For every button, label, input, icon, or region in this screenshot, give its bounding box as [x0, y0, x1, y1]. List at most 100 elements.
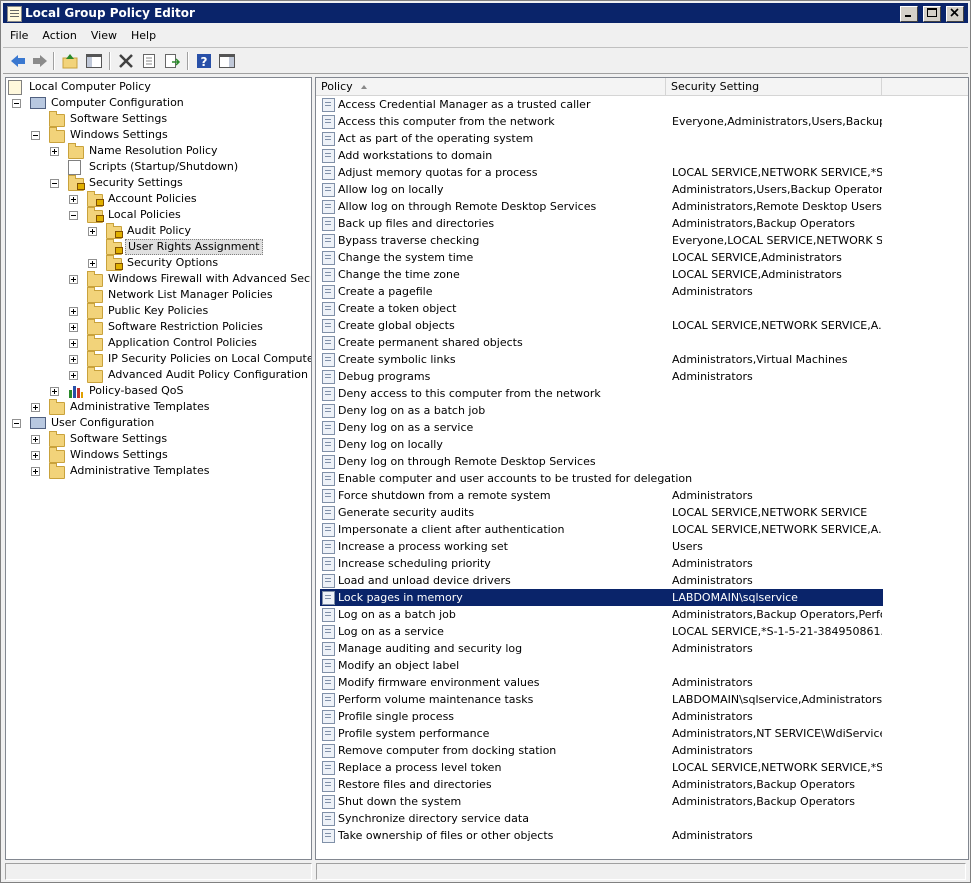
title-bar[interactable]: Local Group Policy Editor — [3, 3, 968, 23]
policy-row[interactable]: Adjust memory quotas for a process LOCAL … — [320, 164, 883, 181]
policy-row[interactable]: Modify an object label — [320, 657, 883, 674]
expand-icon[interactable] — [69, 307, 78, 316]
security-setting-value: Administrators — [672, 285, 753, 298]
policy-row[interactable]: Replace a process level token LOCAL SERVI… — [320, 759, 883, 776]
delete-icon[interactable] — [117, 52, 135, 70]
policy-row[interactable]: Increase scheduling priority Administrato… — [320, 555, 883, 572]
properties-icon[interactable] — [140, 52, 158, 70]
help-icon[interactable]: ? — [195, 52, 213, 70]
policy-row[interactable]: Create a pagefile Administrators — [320, 283, 883, 300]
policy-row[interactable]: Log on as a service LOCAL SERVICE,*S-1-5-… — [320, 623, 883, 640]
expand-icon[interactable] — [88, 259, 97, 268]
policy-row[interactable]: Act as part of the operating system — [320, 130, 883, 147]
expand-icon[interactable] — [69, 355, 78, 364]
policy-row[interactable]: Back up files and directories Administrat… — [320, 215, 883, 232]
policy-row[interactable]: Bypass traverse checking Everyone,LOCAL S… — [320, 232, 883, 249]
policy-row[interactable]: Impersonate a client after authenticatio… — [320, 521, 883, 538]
policy-row[interactable]: Access Credential Manager as a trusted c… — [320, 96, 883, 113]
policy-setting-icon — [322, 200, 335, 214]
collapse-icon[interactable] — [69, 211, 78, 220]
policy-row[interactable]: Allow log on locally Administrators,Users… — [320, 181, 883, 198]
expand-icon[interactable] — [31, 403, 40, 412]
minimize-button[interactable] — [899, 6, 918, 22]
policy-row[interactable]: Manage auditing and security log Administ… — [320, 640, 883, 657]
policy-row[interactable]: Create permanent shared objects — [320, 334, 883, 351]
policy-row[interactable]: Deny log on as a service — [320, 419, 883, 436]
tree-node-label: Windows Firewall with Advanced Security — [108, 272, 311, 285]
policy-row[interactable]: Lock pages in memory LABDOMAIN\sqlservice — [320, 589, 883, 606]
policy-setting-icon — [322, 98, 335, 112]
policy-row[interactable]: Change the system time LOCAL SERVICE,Admi… — [320, 249, 883, 266]
show-hide-action-pane-icon[interactable] — [218, 52, 236, 70]
expand-icon[interactable] — [50, 387, 59, 396]
policy-row[interactable]: Access this computer from the network Eve… — [320, 113, 883, 130]
collapse-icon[interactable] — [12, 99, 21, 108]
tree-node-label: Software Settings — [70, 432, 168, 445]
tree-node-label: Public Key Policies — [108, 304, 209, 317]
policy-row[interactable]: Perform volume maintenance tasks LABDOMAI… — [320, 691, 883, 708]
policy-row[interactable]: Log on as a batch job Administrators,Back… — [320, 606, 883, 623]
collapse-icon[interactable] — [50, 179, 59, 188]
expand-icon[interactable] — [31, 435, 40, 444]
menu-action[interactable]: Action — [35, 25, 83, 46]
folder-icon — [49, 399, 65, 415]
close-button[interactable] — [946, 6, 964, 22]
policy-row[interactable]: Take ownership of files or other objects… — [320, 827, 883, 844]
back-arrow-icon[interactable] — [9, 52, 27, 70]
policy-row[interactable]: Deny log on locally — [320, 436, 883, 453]
policy-row[interactable]: Generate security audits LOCAL SERVICE,NE… — [320, 504, 883, 521]
column-header-security-setting[interactable]: Security Setting — [666, 78, 882, 95]
expand-icon[interactable] — [69, 371, 78, 380]
policy-row[interactable]: Deny access to this computer from the ne… — [320, 385, 883, 402]
expand-icon[interactable] — [50, 147, 59, 156]
policy-row[interactable]: Deny log on as a batch job — [320, 402, 883, 419]
policy-row[interactable]: Profile system performance Administrators… — [320, 725, 883, 742]
policy-row[interactable]: Load and unload device drivers Administra… — [320, 572, 883, 589]
security-setting-value: Administrators — [672, 489, 753, 502]
menu-help[interactable]: Help — [124, 25, 163, 46]
policy-row[interactable]: Create a token object — [320, 300, 883, 317]
policy-row[interactable]: Modify firmware environment values Admini… — [320, 674, 883, 691]
expand-icon[interactable] — [31, 451, 40, 460]
policy-list-view: Policy Security Setting Access Credentia… — [315, 77, 969, 860]
policy-row[interactable]: Deny log on through Remote Desktop Servi… — [320, 453, 883, 470]
expand-icon[interactable] — [69, 275, 78, 284]
expand-icon[interactable] — [69, 323, 78, 332]
collapse-icon[interactable] — [31, 131, 40, 140]
show-hide-tree-icon[interactable] — [85, 52, 103, 70]
policy-row[interactable]: Remove computer from docking station Admi… — [320, 742, 883, 759]
policy-setting-icon — [322, 387, 335, 401]
menu-view[interactable]: View — [84, 25, 124, 46]
policy-row[interactable]: Shut down the system Administrators,Backu… — [320, 793, 883, 810]
policy-row[interactable]: Enable computer and user accounts to be … — [320, 470, 883, 487]
expand-icon[interactable] — [88, 227, 97, 236]
security-setting-value: Administrators,Virtual Machines — [672, 353, 848, 366]
export-list-icon[interactable] — [163, 52, 181, 70]
expand-icon[interactable] — [69, 195, 78, 204]
expand-icon[interactable] — [69, 339, 78, 348]
policy-row[interactable]: Allow log on through Remote Desktop Serv… — [320, 198, 883, 215]
policy-row[interactable]: Create symbolic links Administrators,Virt… — [320, 351, 883, 368]
expand-icon[interactable] — [31, 467, 40, 476]
svg-text:?: ? — [201, 55, 208, 69]
policy-row[interactable]: Force shutdown from a remote system Admin… — [320, 487, 883, 504]
policy-setting-icon — [322, 540, 335, 554]
policy-row[interactable]: Restore files and directories Administrat… — [320, 776, 883, 793]
column-header-policy[interactable]: Policy — [316, 78, 666, 95]
policy-name: Load and unload device drivers — [338, 574, 511, 587]
menu-file[interactable]: File — [3, 25, 35, 46]
policy-setting-icon — [322, 591, 335, 605]
policy-row[interactable]: Increase a process working set Users — [320, 538, 883, 555]
maximize-button[interactable] — [922, 6, 941, 22]
forward-arrow-icon[interactable] — [31, 52, 49, 70]
collapse-icon[interactable] — [12, 419, 21, 428]
security-setting-value: Users — [672, 540, 703, 553]
policy-row[interactable]: Add workstations to domain — [320, 147, 883, 164]
policy-row[interactable]: Profile single process Administrators — [320, 708, 883, 725]
policy-row[interactable]: Create global objects LOCAL SERVICE,NETWO… — [320, 317, 883, 334]
policy-row[interactable]: Debug programs Administrators — [320, 368, 883, 385]
computer-icon — [30, 97, 46, 109]
up-folder-icon[interactable] — [61, 52, 79, 70]
policy-row[interactable]: Change the time zone LOCAL SERVICE,Admini… — [320, 266, 883, 283]
policy-row[interactable]: Synchronize directory service data — [320, 810, 883, 827]
